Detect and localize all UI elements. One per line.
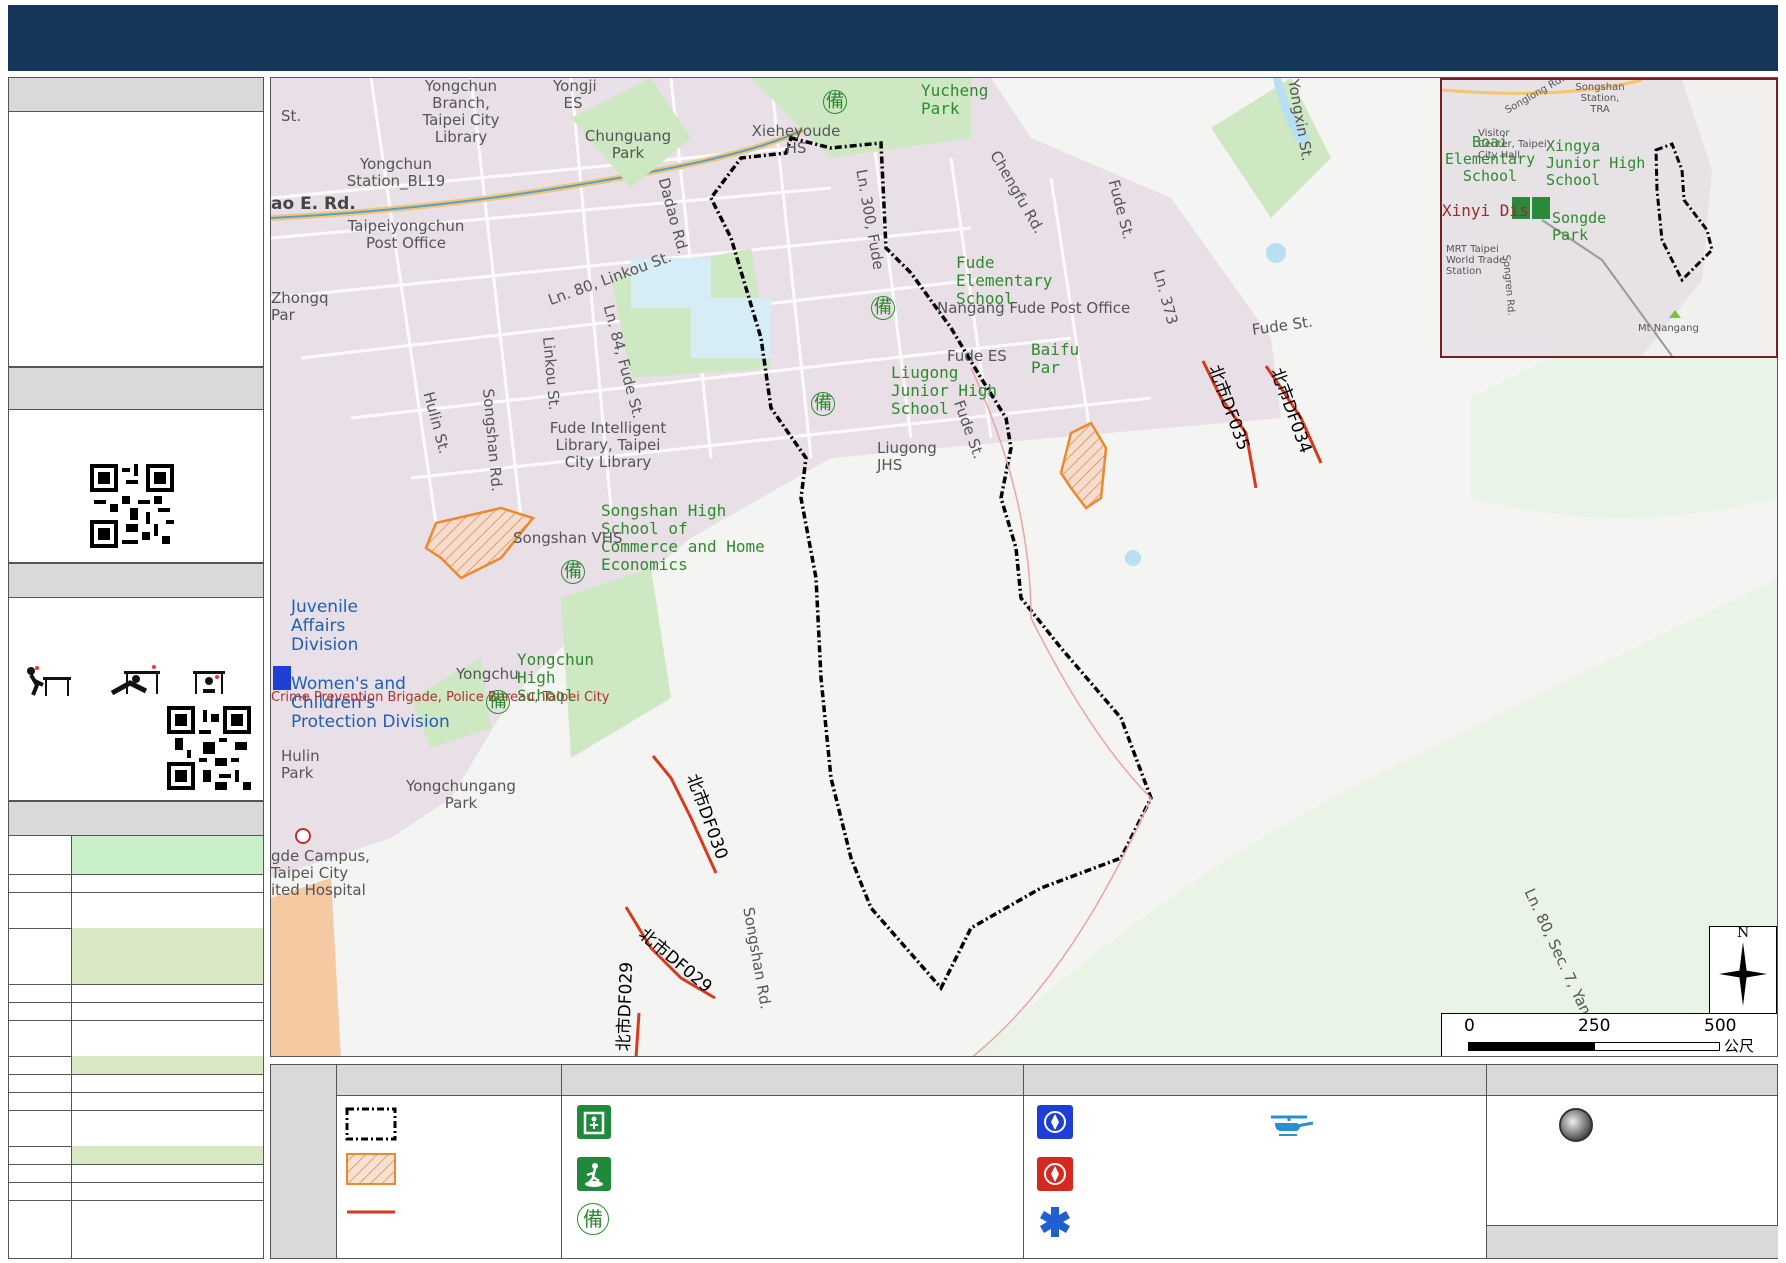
table-row — [9, 984, 263, 1003]
hold-icon — [193, 671, 225, 694]
map-label: Yongchun High School — [517, 650, 595, 705]
table-row — [9, 1056, 263, 1075]
fire-department-icon — [1037, 1157, 1073, 1191]
inset-map[interactable]: Songshan Station, TRA Songlong Rd. Visit… — [1440, 78, 1778, 358]
scale-unit: 公尺 — [1724, 1037, 1755, 1055]
contact-table-header — [9, 802, 263, 836]
table-row — [9, 1092, 263, 1111]
map-label: Songshan High School of Commerce and Hom… — [601, 501, 765, 574]
shelter-icon: 備 — [811, 392, 835, 416]
table-row — [9, 1110, 263, 1147]
drop-icon — [27, 666, 71, 696]
cover-icon — [110, 665, 160, 696]
inset-label: Xingya Junior High School — [1546, 137, 1646, 189]
medical-star-of-life-icon — [1040, 1207, 1070, 1237]
map-label: Fude Intelligent Library, Taipei City Li… — [549, 419, 667, 471]
helicopter-icon — [1271, 1115, 1314, 1136]
table-row — [9, 836, 263, 875]
scale-tick-label: 0 — [1464, 1016, 1475, 1036]
table-row — [9, 1200, 263, 1258]
map-label: Yongchun Branch, Taipei City Library — [422, 77, 500, 146]
table-row — [9, 1146, 263, 1165]
scale-tick-label: 250 — [1578, 1016, 1611, 1036]
legend: 備 — [270, 1064, 1778, 1259]
debris-flow-label: 北市DF029 — [614, 961, 638, 1052]
shelter-icon: 備 — [871, 296, 895, 320]
shelter-icon: 備 — [823, 90, 847, 114]
police-icon — [1037, 1105, 1073, 1139]
scale-bar: 0 250 500 公尺 — [1441, 1013, 1777, 1056]
info-panel-header — [9, 78, 263, 112]
info-panel — [8, 77, 264, 367]
hospital-icon — [295, 828, 311, 844]
inset-label: Songshan Station, TRA — [1575, 82, 1625, 115]
map-label: Yongji ES — [553, 77, 597, 112]
evacuation-site-icon — [577, 1157, 611, 1191]
boundary-symbol — [345, 1107, 397, 1141]
north-arrow-label: N — [1737, 925, 1750, 941]
map-label: Xieheyoude HS — [751, 122, 841, 157]
legend-title-cell — [271, 1065, 337, 1258]
contact-table — [8, 801, 264, 1259]
map-label: Hulin Park — [281, 747, 320, 782]
shelter-legend-icon: 備 — [577, 1203, 609, 1235]
table-row — [9, 1182, 263, 1201]
map-label: Yongchu — [456, 665, 519, 683]
inset-label: Xinyi Dis — [1442, 201, 1529, 220]
qr-panel-header — [9, 368, 263, 410]
map-label: Songshan VHS — [513, 529, 623, 547]
map-label: Juvenile Affairs Division — [291, 597, 359, 655]
map-label: Baifu Par — [1031, 340, 1080, 377]
legend-footer-cell — [1487, 1225, 1778, 1258]
landslide-symbol — [346, 1153, 396, 1185]
map-label: ao E. Rd. — [271, 194, 356, 214]
table-row — [9, 892, 263, 929]
table-row — [9, 1164, 263, 1183]
qr-code[interactable] — [90, 464, 174, 548]
map-label: Yongchun Station_BL19 — [346, 155, 446, 190]
police-station-icon — [273, 666, 291, 690]
table-row — [9, 928, 263, 985]
scale-tick-label: 500 — [1704, 1016, 1737, 1036]
safety-panel-header — [9, 564, 263, 598]
safety-panel — [8, 563, 264, 801]
table-row — [9, 1020, 263, 1057]
map-label: Chunguang Park — [584, 127, 672, 162]
inset-label: Songde Park — [1552, 209, 1607, 244]
inset-label: Boai Elementary School — [1444, 133, 1536, 185]
map-label: Liugong Junior High School — [891, 363, 997, 418]
qr-code-2[interactable] — [167, 706, 251, 790]
title-bar — [8, 5, 1778, 71]
debris-flow-symbol — [347, 1210, 395, 1214]
map-label: Nangang Fude Post Office — [937, 299, 1131, 317]
map-label: Zhongq Par — [271, 289, 329, 324]
table-row — [9, 1074, 263, 1093]
table-row — [9, 1002, 263, 1021]
evacuation-shelter-icon — [577, 1105, 611, 1139]
map-label: Yongchungang Park — [406, 777, 516, 812]
rain-gauge-icon — [1559, 1108, 1593, 1142]
map-label: Liugong JHS — [877, 439, 937, 474]
shelter-icon: 備 — [486, 690, 510, 714]
qr-panel — [8, 367, 264, 563]
legend-header — [271, 1065, 1777, 1096]
map-label: gde Campus, Taipei City ited Hospital — [271, 847, 370, 899]
map-label: Yucheng Park — [921, 81, 989, 118]
table-row — [9, 874, 263, 893]
inset-label: Mt Nangang — [1638, 323, 1699, 334]
map-label: St. — [281, 107, 302, 125]
shelter-icon: 備 — [561, 560, 585, 584]
map-label: Taipeiyongchun Post Office — [347, 217, 465, 252]
